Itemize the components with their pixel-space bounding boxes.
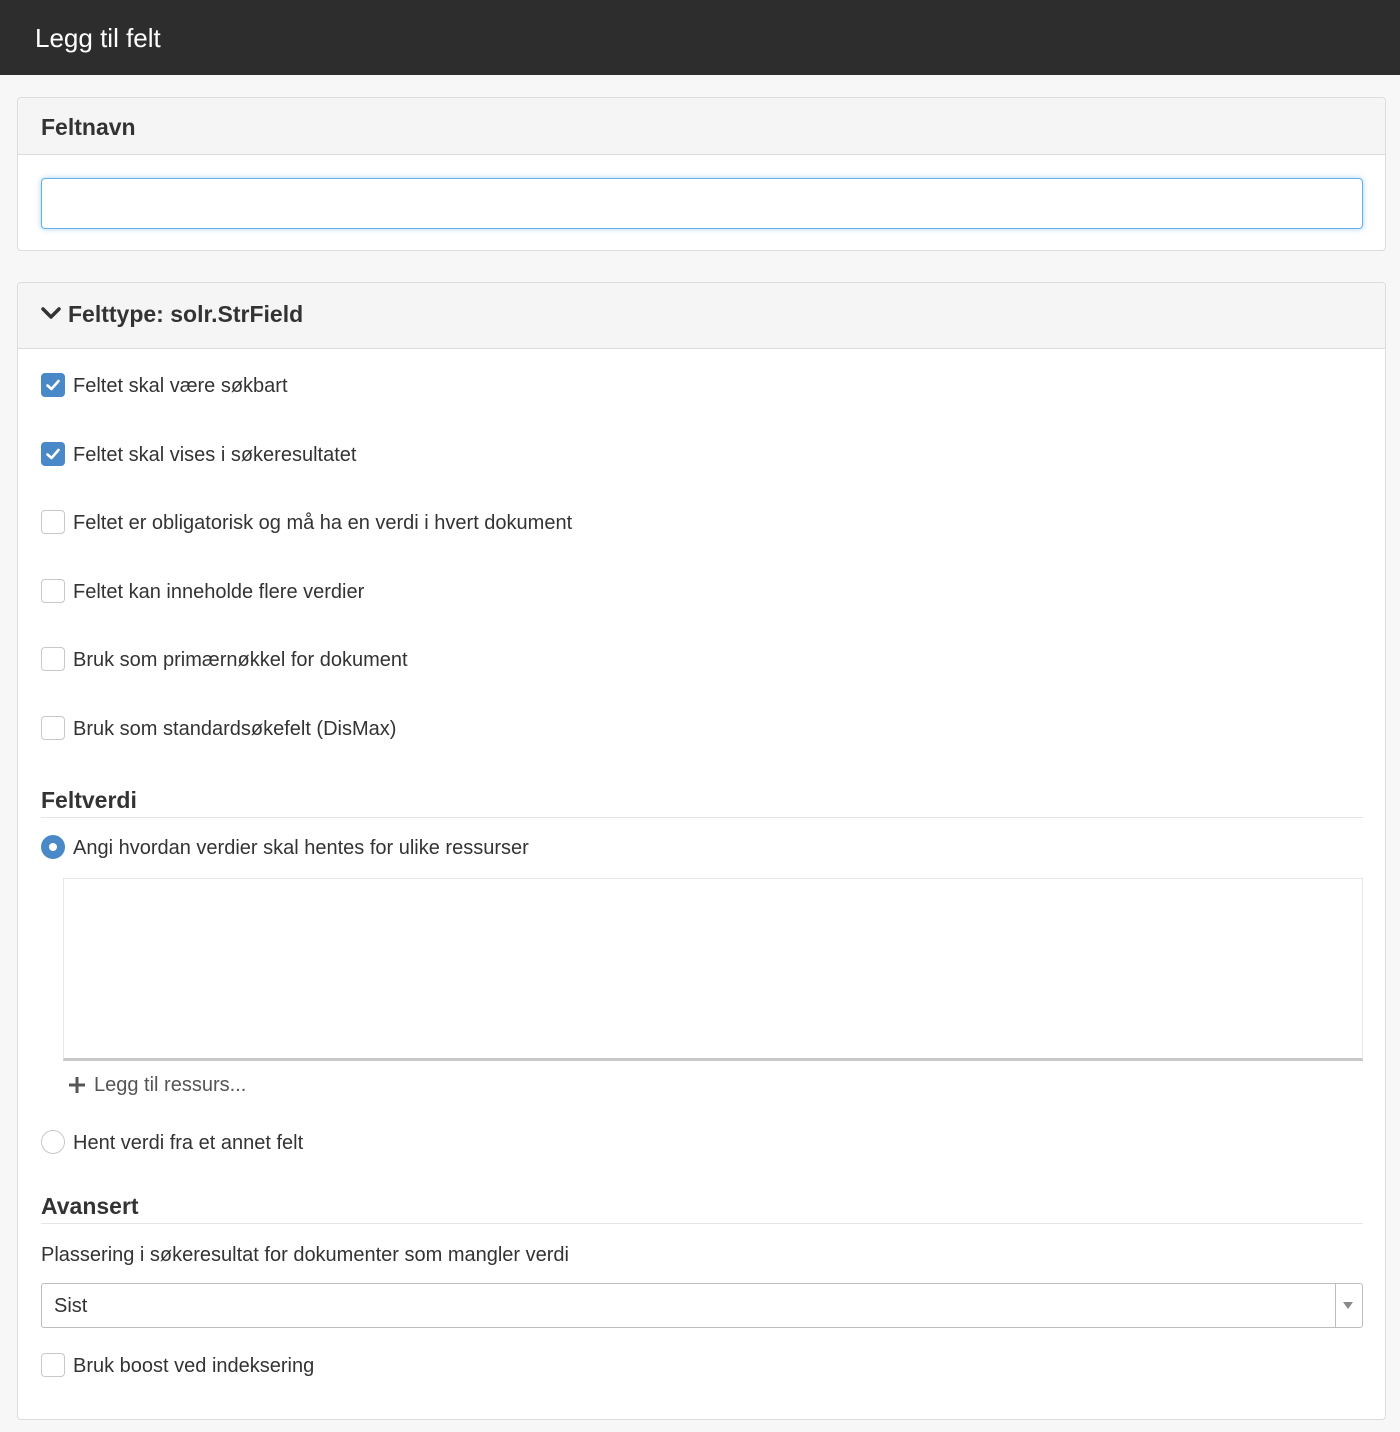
show-in-results-label: Feltet skal vises i søkeresultatet xyxy=(73,444,357,466)
caret-down-icon[interactable] xyxy=(1343,1302,1353,1309)
plus-icon xyxy=(69,1077,85,1093)
searchable-label: Feltet skal være søkbart xyxy=(73,375,288,397)
required-checkbox[interactable] xyxy=(41,510,65,534)
default-search-label: Bruk som standardsøkefelt (DisMax) xyxy=(73,718,397,740)
field-name-panel: Feltnavn xyxy=(17,97,1386,251)
field-value-divider xyxy=(41,817,1363,818)
select-divider xyxy=(1335,1284,1336,1327)
placement-label: Plassering i søkeresultat for dokumenter… xyxy=(41,1244,569,1266)
default-search-checkbox[interactable] xyxy=(41,716,65,740)
required-label: Feltet er obligatorisk og må ha en verdi… xyxy=(73,512,573,534)
chevron-down-icon[interactable] xyxy=(40,305,62,323)
per-resource-label: Angi hvordan verdier skal hentes for uli… xyxy=(73,837,529,859)
multivalued-label: Feltet kan inneholde flere verdier xyxy=(73,581,365,603)
field-name-heading: Feltnavn xyxy=(41,114,136,140)
advanced-divider xyxy=(41,1223,1363,1224)
resource-list xyxy=(63,878,1363,1061)
window-title: Legg til felt xyxy=(35,23,161,53)
searchable-checkbox[interactable] xyxy=(41,373,65,397)
add-resource-label: Legg til ressurs... xyxy=(94,1074,247,1096)
primary-key-label: Bruk som primærnøkkel for dokument xyxy=(73,649,408,671)
field-type-panel: Felttype: solr.StrField Feltet skal være… xyxy=(17,282,1386,1420)
checkmark-icon xyxy=(46,379,60,391)
from-field-label: Hent verdi fra et annet felt xyxy=(73,1132,304,1154)
placement-selected-value: Sist xyxy=(54,1295,88,1317)
boost-label: Bruk boost ved indeksering xyxy=(73,1355,315,1377)
show-in-results-checkbox[interactable] xyxy=(41,442,65,466)
field-type-panel-heading[interactable]: Felttype: solr.StrField xyxy=(18,283,1385,349)
from-field-radio[interactable] xyxy=(41,1130,65,1154)
advanced-title: Avansert xyxy=(41,1193,139,1219)
checkmark-icon xyxy=(46,448,60,460)
field-name-panel-heading: Feltnavn xyxy=(18,98,1385,155)
field-type-heading: Felttype: solr.StrField xyxy=(68,301,304,327)
placement-select[interactable]: Sist xyxy=(41,1283,1363,1328)
boost-checkbox[interactable] xyxy=(41,1353,65,1377)
per-resource-radio[interactable] xyxy=(41,835,65,859)
multivalued-checkbox[interactable] xyxy=(41,579,65,603)
title-bar: Legg til felt xyxy=(0,0,1400,75)
primary-key-checkbox[interactable] xyxy=(41,647,65,671)
field-value-title: Feltverdi xyxy=(41,787,137,813)
field-name-input[interactable] xyxy=(41,178,1363,229)
